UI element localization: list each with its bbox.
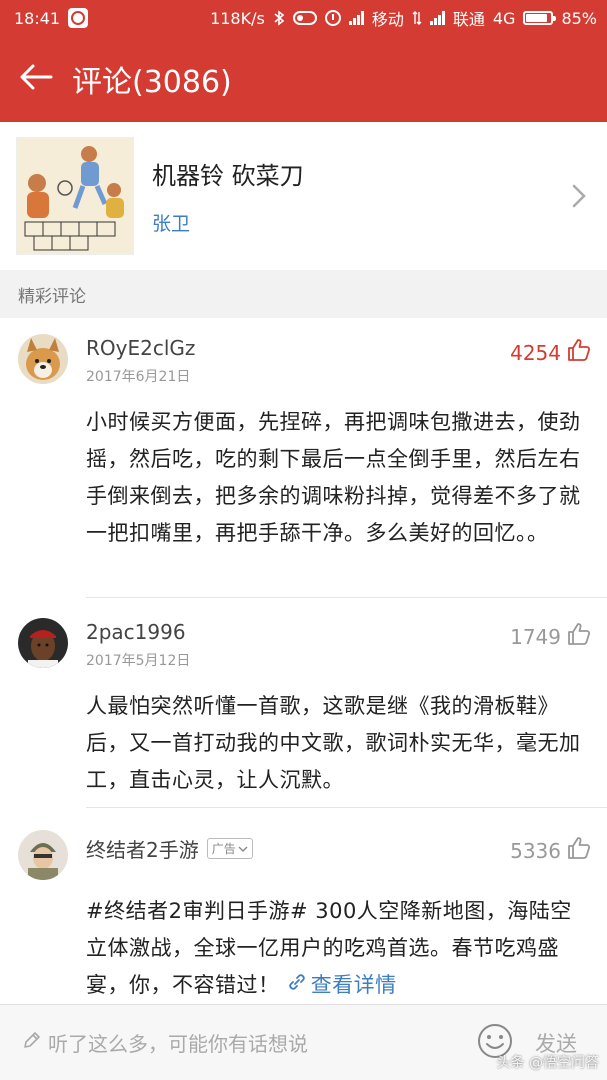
view-details-label: 查看详情 — [310, 973, 397, 997]
comment-date: 2017年5月12日 — [86, 653, 191, 669]
comment-username[interactable]: ROyE2clGz — [86, 336, 195, 360]
netease-music-icon — [68, 8, 89, 28]
article-author[interactable]: 张卫 — [152, 209, 567, 236]
comment-text: #终结者2审判日手游# 300人空降新地图，海陆空立体激战，全球一亿用户的吃鸡首… — [86, 893, 589, 1004]
section-header: 精彩评论 — [0, 270, 607, 318]
avatar[interactable] — [18, 618, 68, 668]
like-count: 5336 — [510, 838, 561, 863]
carrier-2: 联通 — [452, 10, 485, 29]
status-time: 18:41 — [14, 8, 61, 28]
comment-item: ROyE2clGz 2017年6月21日 4254 小时候买方便面，先捏碎，再把… — [0, 318, 607, 598]
toggle-icon — [292, 11, 317, 25]
carrier-1: 移动 — [371, 10, 404, 29]
thumbs-up-icon — [567, 338, 591, 367]
view-details-link[interactable]: 查看详情 — [287, 967, 397, 1004]
back-arrow-icon — [19, 63, 53, 95]
page-title: 评论(3086) — [72, 65, 232, 100]
net-speed: 118K/s — [210, 8, 265, 28]
bottom-input-bar: 听了这么多，可能你有话想说 发送 头条 @悟空问答 — [0, 1004, 607, 1080]
avatar[interactable] — [18, 334, 68, 384]
comment-username[interactable]: 2pac1996 — [86, 620, 186, 644]
comment-text: 人最怕突然听懂一首歌，这歌是继《我的滑板鞋》后，又一首打动我的中文歌，歌词朴实无… — [86, 694, 581, 792]
signal-icon — [348, 11, 364, 25]
comment-date: 2017年6月21日 — [86, 369, 191, 385]
ad-label: 广告 — [211, 842, 236, 856]
watermark-text: 头条 @悟空问答 — [496, 1055, 599, 1071]
like-count: 4254 — [510, 340, 561, 365]
back-button[interactable] — [0, 36, 72, 122]
comment-list: ROyE2clGz 2017年6月21日 4254 小时候买方便面，先捏碎，再把… — [0, 318, 607, 1008]
ad-username[interactable]: 终结者2手游 — [86, 834, 199, 863]
pencil-icon — [22, 1030, 42, 1055]
article-card[interactable]: 机器铃 砍菜刀 张卫 — [0, 122, 607, 270]
ad-comment-item: 终结者2手游 广告 5336 #终结者2审判日手游# 300人空降新地图，海陆空… — [0, 808, 607, 1008]
like-count: 1749 — [510, 624, 561, 649]
like-button[interactable]: 1749 — [510, 622, 591, 651]
status-bar: 18:41 118K/s 移动 联通 4G 85% — [0, 0, 607, 36]
article-thumbnail — [16, 137, 134, 255]
chevron-right-icon — [567, 184, 591, 208]
input-placeholder: 听了这么多，可能你有话想说 — [48, 1032, 308, 1056]
signal-icon-2 — [429, 11, 445, 25]
alarm-icon — [324, 10, 341, 26]
header-bar: 评论(3086) — [0, 36, 607, 122]
ad-tag[interactable]: 广告 — [206, 838, 253, 859]
battery-percent: 85% — [561, 8, 597, 28]
like-button[interactable]: 4254 — [510, 338, 591, 367]
battery-icon — [523, 11, 557, 25]
chevron-down-icon — [238, 842, 248, 856]
thumbs-up-icon — [567, 836, 591, 865]
data-arrows-icon — [412, 10, 422, 26]
comment-input[interactable]: 听了这么多，可能你有话想说 — [22, 1005, 469, 1080]
comment-text: 小时候买方便面，先捏碎，再把调味包撒进去，使劲摇，然后吃，吃的剩下最后一点全倒手… — [86, 410, 581, 545]
comment-username: 终结者2手游 广告 — [86, 834, 253, 863]
article-title: 机器铃 砍菜刀 — [152, 162, 304, 190]
section-title: 精彩评论 — [18, 286, 86, 307]
like-button[interactable]: 5336 — [510, 836, 591, 865]
watermark: 头条 @悟空问答 — [497, 1052, 599, 1072]
bluetooth-icon — [273, 10, 285, 26]
link-icon — [287, 967, 307, 1004]
comment-item: 2pac1996 2017年5月12日 1749 人最怕突然听懂一首歌，这歌是继… — [0, 598, 607, 808]
thumbs-up-icon — [567, 622, 591, 651]
network-type: 4G — [492, 8, 516, 28]
avatar[interactable] — [18, 830, 68, 880]
battery-fill — [526, 14, 547, 22]
